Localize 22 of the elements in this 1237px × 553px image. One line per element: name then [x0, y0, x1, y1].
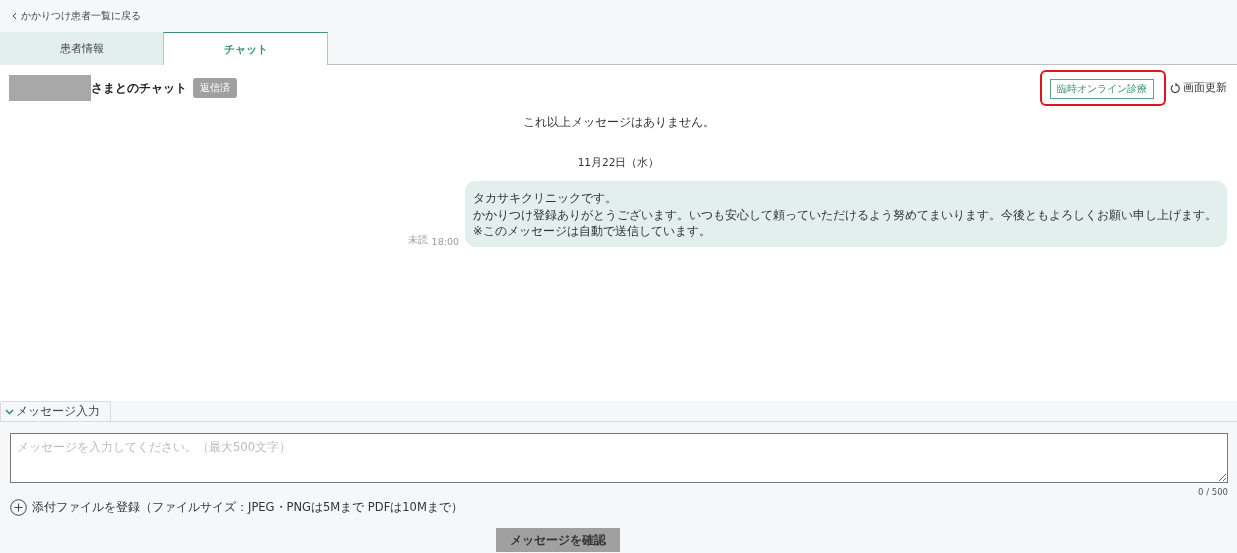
message-status: 未読: [407, 233, 428, 247]
chevron-left-icon: [12, 12, 17, 20]
refresh-icon: [1170, 82, 1180, 94]
attach-file-button[interactable]: 添付ファイルを登録（ファイルサイズ：JPEG・PNGは5Mまで PDFは10Mまで）: [10, 499, 463, 516]
tab[interactable]: チャット: [163, 32, 328, 65]
composer-tab[interactable]: メッセージ入力: [0, 401, 111, 421]
confirm-message-button[interactable]: メッセージを確認: [495, 528, 620, 552]
message-text: タカサキクリニックです。: [473, 190, 618, 207]
status-badge: 返信済: [193, 78, 237, 98]
character-counter: 0 / 500: [1198, 487, 1228, 497]
plus-circle-icon: [10, 499, 27, 516]
chevron-down-icon: [5, 408, 14, 415]
no-more-messages-text: これ以上メッセージはありません。: [522, 114, 715, 131]
message-text: かかりつけ登録ありがとうございます。いつも安心して頼っていただけるよう努めてまいります。今後ともよろしくお願い申し上げます。: [473, 206, 1217, 223]
tab[interactable]: 患者情報: [0, 32, 163, 65]
message-time: 18:00: [431, 235, 459, 247]
back-link[interactable]: かかりつけ患者一覧に戻る: [12, 9, 141, 23]
refresh-button[interactable]: 画面更新: [1170, 81, 1227, 95]
date-divider: 11月22日（水）: [577, 156, 660, 170]
chat-title: さまとのチャット: [91, 80, 187, 96]
online-consultation-button[interactable]: 臨時オンライン診療: [1050, 79, 1154, 99]
message-text: ※このメッセージは自動で送信しています。: [473, 223, 712, 240]
